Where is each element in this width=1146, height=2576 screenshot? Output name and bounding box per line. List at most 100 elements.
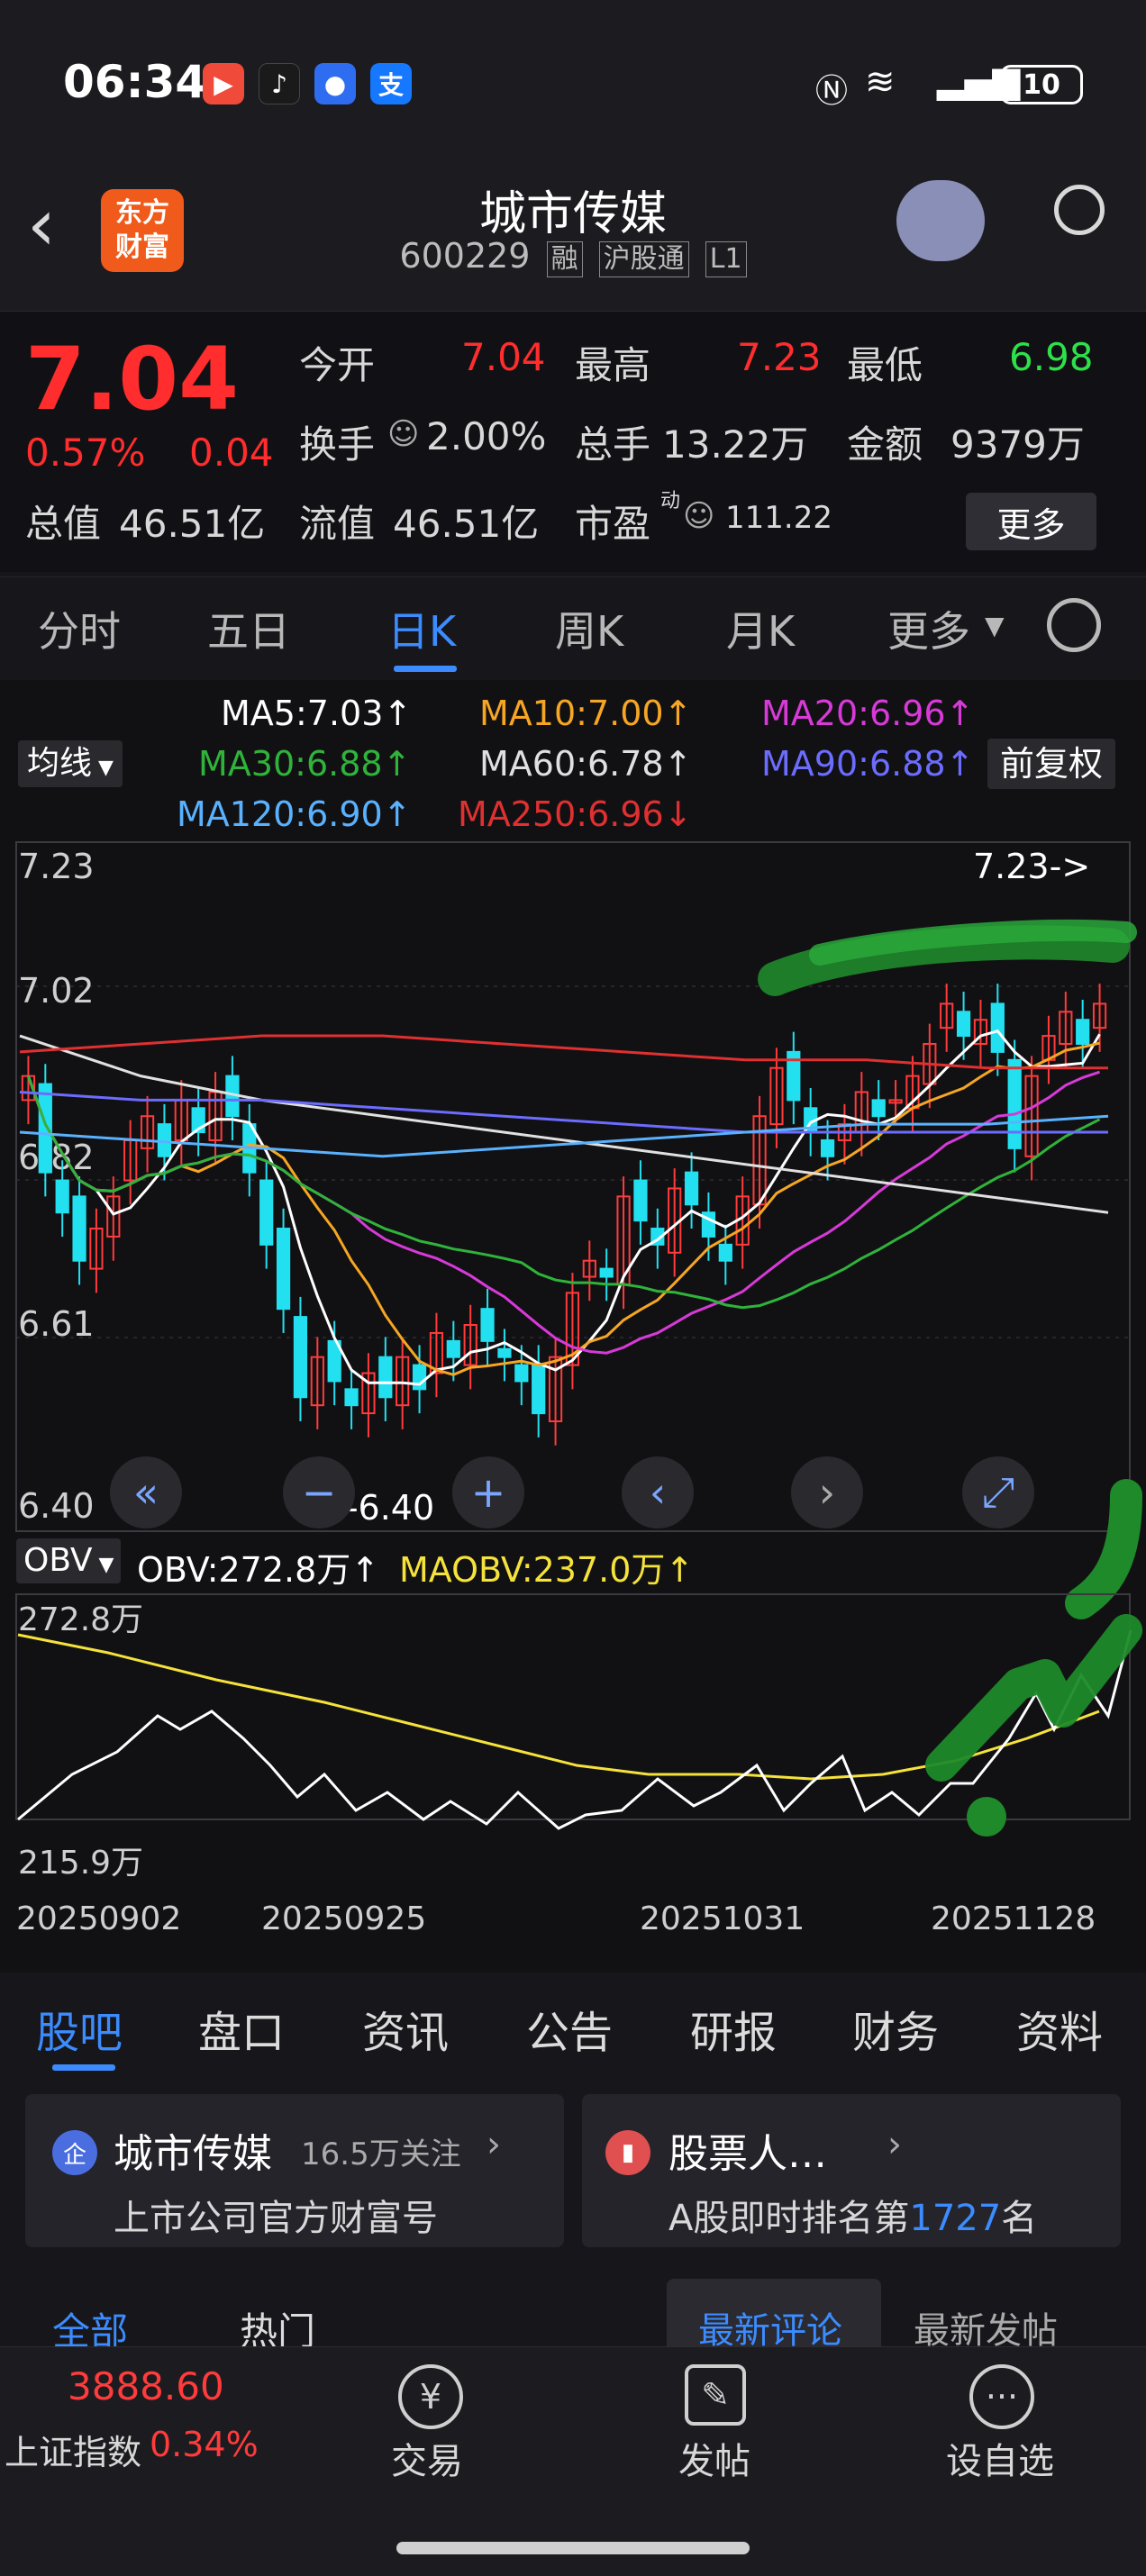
mcap-label: 总值 bbox=[25, 502, 102, 546]
clock: 06:34 bbox=[63, 56, 207, 108]
more-dots-icon[interactable]: ··· bbox=[969, 2364, 1034, 2429]
marker-scribble bbox=[1065, 1479, 1142, 1619]
candle bbox=[956, 1011, 971, 1038]
index-name[interactable]: 上证指数 bbox=[5, 2425, 141, 2474]
ranking-card-subtitle: A股即时排名第1727名 bbox=[668, 2189, 1037, 2241]
ytick-label: 7.23 bbox=[18, 847, 95, 886]
battery-level: 10 bbox=[1023, 68, 1060, 101]
hk-connect-tag: 沪股通 bbox=[598, 241, 689, 277]
ma120-line bbox=[19, 1114, 1109, 1158]
obv-top-label: 272.8万 bbox=[18, 1601, 143, 1638]
info-icon[interactable]: ☺ bbox=[387, 416, 419, 452]
obv-select[interactable]: OBV ▼ bbox=[16, 1538, 122, 1583]
high-marker: 7.23-> bbox=[973, 847, 1090, 886]
tab-five-day[interactable]: 五日 bbox=[207, 599, 290, 658]
ma5-line bbox=[27, 1029, 1101, 1386]
add-watchlist-label[interactable]: 设自选 bbox=[946, 2432, 1054, 2484]
high-value: 7.23 bbox=[737, 335, 822, 379]
xtick-label: 20251128 bbox=[931, 1900, 1096, 1937]
ma90-label: MA90:6.88↑ bbox=[761, 744, 975, 784]
high-label: 最高 bbox=[575, 343, 651, 387]
trade-icon[interactable]: ¥ bbox=[398, 2364, 463, 2429]
pe-value: 111.22 bbox=[725, 500, 832, 536]
candle bbox=[990, 1002, 1005, 1053]
candle bbox=[871, 1099, 886, 1118]
wifi-icon: ≋ bbox=[865, 61, 896, 103]
rewind-icon[interactable]: « bbox=[110, 1456, 182, 1528]
candle bbox=[820, 1138, 835, 1157]
compose-icon[interactable]: ✎ bbox=[685, 2364, 746, 2426]
candle bbox=[38, 1083, 52, 1174]
ytick-label: 6.40 bbox=[18, 1486, 95, 1526]
adjust-button[interactable]: 前复权 bbox=[987, 739, 1116, 789]
candle bbox=[1076, 1019, 1090, 1045]
tab-order-book[interactable]: 盘口 bbox=[198, 1997, 285, 2060]
tab-finance[interactable]: 财务 bbox=[852, 1997, 939, 2060]
company-card-followers: 16.5万关注 bbox=[301, 2136, 461, 2172]
trade-label[interactable]: 交易 bbox=[391, 2432, 463, 2484]
candle bbox=[446, 1339, 460, 1358]
chevron-right-icon[interactable]: › bbox=[791, 1456, 863, 1528]
gear-icon[interactable] bbox=[1047, 598, 1101, 652]
low-value: 6.98 bbox=[1009, 335, 1094, 379]
obv-select-label: OBV bbox=[23, 1542, 93, 1579]
turnover-value: 2.00% bbox=[426, 414, 547, 458]
post-label[interactable]: 发帖 bbox=[678, 2432, 750, 2484]
enterprise-icon: 企 bbox=[52, 2130, 97, 2175]
home-indicator bbox=[396, 2542, 750, 2554]
tab-weekly-k[interactable]: 周K bbox=[555, 599, 623, 658]
xtick-label: 20250902 bbox=[16, 1900, 181, 1937]
candle bbox=[276, 1228, 291, 1311]
candle bbox=[633, 1179, 648, 1222]
tab-daily-k[interactable]: 日K bbox=[387, 599, 456, 658]
change-pct: 0.57% bbox=[25, 431, 146, 475]
candle bbox=[480, 1308, 495, 1342]
kline-svg[interactable]: 7.23 7.02 6.82 6.61 6.40 7.23-> <-6.40 2… bbox=[0, 838, 1146, 1982]
ma-select[interactable]: 均线 ▼ bbox=[18, 740, 123, 787]
pe-info-icon[interactable]: ☺ bbox=[683, 498, 714, 534]
tab-announcements[interactable]: 公告 bbox=[526, 1997, 613, 2060]
company-card-name: 城市传媒 bbox=[114, 2131, 272, 2177]
zoom-out-icon[interactable]: − bbox=[283, 1456, 355, 1528]
active-info-tab-indicator bbox=[52, 2064, 115, 2071]
stock-code: 600229 bbox=[399, 236, 531, 276]
more-button[interactable]: 更多 bbox=[966, 493, 1096, 550]
fullscreen-icon[interactable]: ⤢ bbox=[962, 1456, 1034, 1528]
pe-dynamic-tag: 动 bbox=[660, 490, 681, 512]
active-tab-indicator bbox=[394, 666, 457, 672]
ma90-line bbox=[19, 1090, 1108, 1134]
candle bbox=[344, 1388, 359, 1407]
marker-dot bbox=[967, 1797, 1006, 1837]
index-change: 0.34% bbox=[150, 2425, 259, 2464]
ma10-line bbox=[27, 1041, 1100, 1376]
low-label: 最低 bbox=[847, 343, 923, 387]
search-icon[interactable] bbox=[1054, 185, 1105, 235]
candle bbox=[55, 1179, 69, 1214]
ma-lines-group bbox=[19, 1029, 1109, 1386]
tab-guba[interactable]: 股吧 bbox=[36, 1997, 123, 2060]
ranking-number: 1727 bbox=[909, 2198, 1002, 2239]
tab-research[interactable]: 研报 bbox=[690, 1997, 777, 2060]
last-price: 7.04 bbox=[25, 329, 239, 430]
xtick-label: 20250925 bbox=[261, 1900, 426, 1937]
ranking-icon: ▮ bbox=[605, 2130, 650, 2175]
tab-intraday[interactable]: 分时 bbox=[38, 599, 121, 658]
status-bar: 06:34 ▶ ♪ ● 支 Ⓝ ≋ ▂▄▆ 10 bbox=[0, 0, 1146, 171]
ranking-card-name: 股票人… bbox=[668, 2131, 827, 2177]
volume-label: 总手 bbox=[575, 422, 651, 467]
tab-monthly-k[interactable]: 月K bbox=[726, 599, 795, 658]
ytick-label: 7.02 bbox=[18, 971, 95, 1011]
tab-more[interactable]: 更多 bbox=[887, 599, 970, 658]
ma30-line bbox=[27, 1075, 1101, 1310]
zoom-in-icon[interactable]: + bbox=[452, 1456, 524, 1528]
video-app-icon: ▶ bbox=[203, 63, 244, 104]
robot-avatar[interactable] bbox=[896, 180, 985, 261]
ma250-line bbox=[19, 1034, 1108, 1070]
turnover-label: 换手 bbox=[299, 422, 376, 467]
tab-profile[interactable]: 资料 bbox=[1016, 1997, 1103, 2060]
ma-select-chevron-icon: ▼ bbox=[92, 757, 114, 779]
tab-news[interactable]: 资讯 bbox=[362, 1997, 449, 2060]
ranking-text: A股即时排名第 bbox=[668, 2198, 910, 2239]
ma-select-label: 均线 bbox=[27, 745, 93, 782]
chevron-left-icon[interactable]: ‹ bbox=[622, 1456, 694, 1528]
